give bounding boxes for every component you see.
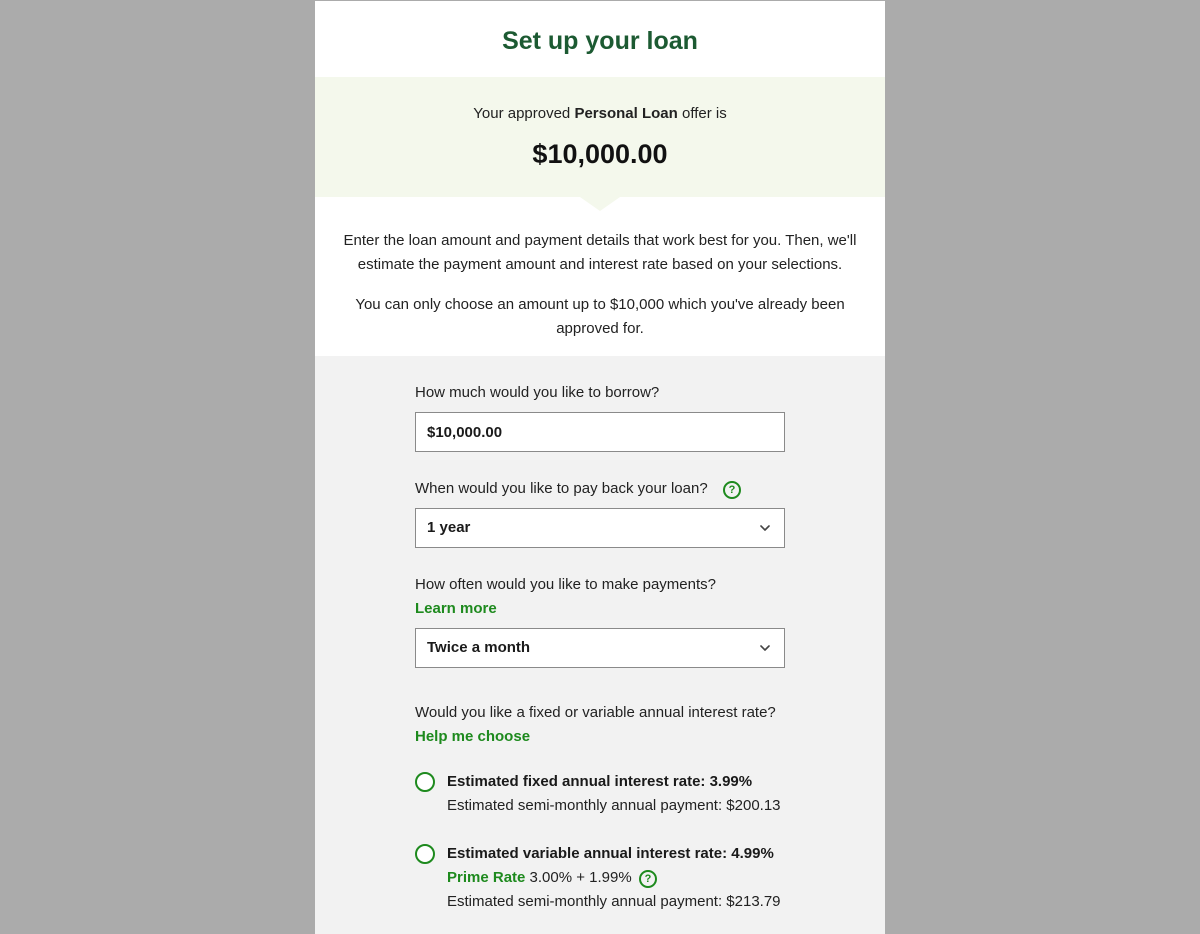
borrow-amount-label: How much would you like to borrow? — [415, 384, 660, 401]
borrow-amount-input[interactable] — [416, 413, 784, 451]
learn-more-link[interactable]: Learn more — [415, 600, 497, 617]
prime-rate-line: Prime Rate 3.00% + 1.99% — [447, 869, 632, 886]
fixed-rate-title: Estimated fixed annual interest rate: 3.… — [447, 773, 753, 790]
payment-frequency-select[interactable]: Twice a month — [415, 628, 785, 668]
prime-rate-link[interactable]: Prime Rate — [447, 869, 525, 886]
intro-paragraph: Enter the loan amount and payment detail… — [343, 232, 857, 273]
payback-term-label-text: When would you like to pay back your loa… — [415, 480, 708, 497]
page-title: Set up your loan — [502, 27, 698, 55]
rate-type-label: Would you like a fixed or variable annua… — [415, 704, 776, 721]
borrow-amount-field — [415, 412, 785, 452]
offer-amount: $10,000.00 — [532, 139, 668, 169]
chevron-down-icon — [760, 645, 770, 651]
chevron-down-icon — [760, 525, 770, 531]
payback-term-label: When would you like to pay back your loa… — [415, 480, 708, 497]
loan-setup-card: Set up your loan Your approved Personal … — [315, 1, 885, 934]
payback-term-value: 1 year — [427, 519, 471, 536]
offer-suffix: offer is — [681, 105, 727, 122]
approval-limit-note: You can only choose an amount up to $10,… — [355, 296, 845, 337]
payback-term-select[interactable]: 1 year — [415, 508, 785, 548]
help-me-choose-link[interactable]: Help me choose — [415, 728, 530, 745]
payment-frequency-label: How often would you like to make payment… — [415, 576, 716, 593]
variable-rate-payment: Estimated semi-monthly annual payment: $… — [447, 893, 781, 910]
fixed-rate-payment: Estimated semi-monthly annual payment: $… — [447, 797, 781, 814]
approved-offer-banner: Your approved Personal Loan offer is $10… — [315, 77, 885, 197]
offer-product: Personal Loan — [574, 105, 678, 122]
offer-prefix: Your approved — [473, 105, 571, 122]
question-circle-icon[interactable]: ? — [639, 870, 657, 888]
loan-form: How much would you like to borrow? When … — [315, 356, 885, 934]
intro-text: Enter the loan amount and payment detail… — [325, 229, 875, 341]
variable-rate-radio[interactable] — [415, 844, 435, 864]
question-circle-icon[interactable]: ? — [723, 481, 741, 499]
payment-frequency-value: Twice a month — [427, 639, 531, 656]
banner-pointer — [580, 197, 620, 211]
fixed-rate-radio[interactable] — [415, 772, 435, 792]
variable-rate-title: Estimated variable annual interest rate:… — [447, 845, 774, 862]
offer-description: Your approved Personal Loan offer is — [315, 105, 885, 122]
prime-rate-detail: 3.00% + 1.99% — [529, 869, 632, 886]
